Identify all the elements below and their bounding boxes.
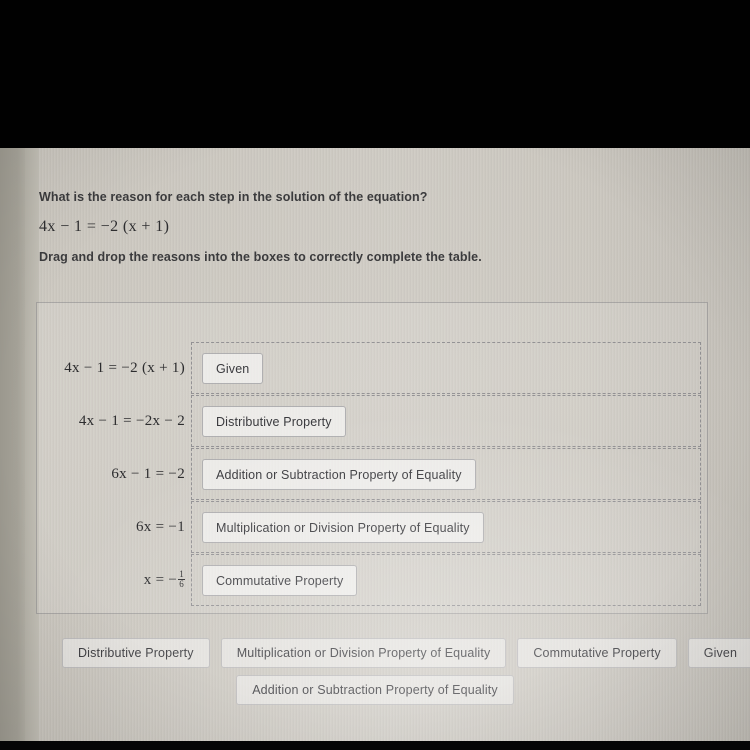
table-row: 4x − 1 = −2x − 2 Distributive Property bbox=[36, 395, 708, 448]
drop-zone[interactable]: Multiplication or Division Property of E… bbox=[191, 501, 701, 553]
draggable-reason-tile[interactable]: Commutative Property bbox=[517, 638, 677, 668]
placed-reason-tile[interactable]: Multiplication or Division Property of E… bbox=[202, 512, 484, 543]
letterbox-bottom bbox=[0, 741, 750, 750]
placed-reason-tile[interactable]: Given bbox=[202, 353, 264, 384]
drag-drop-instruction: Drag and drop the reasons into the boxes… bbox=[39, 250, 482, 264]
equation-cell: 6x = −1 bbox=[135, 519, 185, 535]
equation-cell: 4x − 1 = −2 (x + 1) bbox=[64, 360, 185, 376]
placed-reason-tile[interactable]: Commutative Property bbox=[202, 565, 358, 596]
worksheet-content: What is the reason for each step in the … bbox=[0, 148, 750, 741]
fraction-numerator: 1 bbox=[179, 568, 184, 579]
fraction: 16 bbox=[178, 568, 185, 590]
draggable-reason-tile[interactable]: Given bbox=[687, 638, 750, 668]
answer-bank-row: Distributive Property Multiplication or … bbox=[0, 638, 750, 668]
fraction-denominator: 6 bbox=[178, 579, 185, 589]
question-prompt: What is the reason for each step in the … bbox=[39, 190, 428, 204]
solution-table: 4x − 1 = −2 (x + 1) Given 4x − 1 = −2x −… bbox=[36, 342, 708, 608]
equation-cell: 6x − 1 = −2 bbox=[111, 466, 185, 482]
drop-zone[interactable]: Given bbox=[191, 342, 701, 394]
equation-cell: x = −1 6 bbox=[36, 554, 191, 607]
answer-bank: Distributive Property Multiplication or … bbox=[0, 638, 750, 705]
table-row: 6x − 1 = −2 Addition or Subtraction Prop… bbox=[36, 448, 708, 501]
screenshot-root: What is the reason for each step in the … bbox=[0, 0, 750, 750]
draggable-reason-tile[interactable]: Addition or Subtraction Property of Equa… bbox=[236, 675, 514, 705]
draggable-reason-tile[interactable]: Distributive Property bbox=[62, 638, 210, 668]
table-row: 6x = −1 Multiplication or Division Prope… bbox=[36, 501, 708, 554]
answer-bank-row: Addition or Subtraction Property of Equa… bbox=[0, 675, 750, 705]
table-row: x = −1 6 Commutative Property bbox=[36, 554, 708, 607]
drop-zone[interactable]: Commutative Property bbox=[191, 554, 701, 606]
equation-prefix: x = − bbox=[143, 572, 178, 588]
placed-reason-tile[interactable]: Distributive Property bbox=[202, 406, 346, 437]
table-row: 4x − 1 = −2 (x + 1) Given bbox=[36, 342, 708, 395]
drop-zone[interactable]: Addition or Subtraction Property of Equa… bbox=[191, 448, 701, 500]
draggable-reason-tile[interactable]: Multiplication or Division Property of E… bbox=[220, 638, 507, 668]
equation-cell: 4x − 1 = −2x − 2 bbox=[78, 413, 185, 429]
placed-reason-tile[interactable]: Addition or Subtraction Property of Equa… bbox=[202, 459, 476, 490]
question-equation: 4x − 1 = −2 (x + 1) bbox=[39, 218, 170, 235]
letterbox-top bbox=[0, 0, 750, 148]
drop-zone[interactable]: Distributive Property bbox=[191, 395, 701, 447]
